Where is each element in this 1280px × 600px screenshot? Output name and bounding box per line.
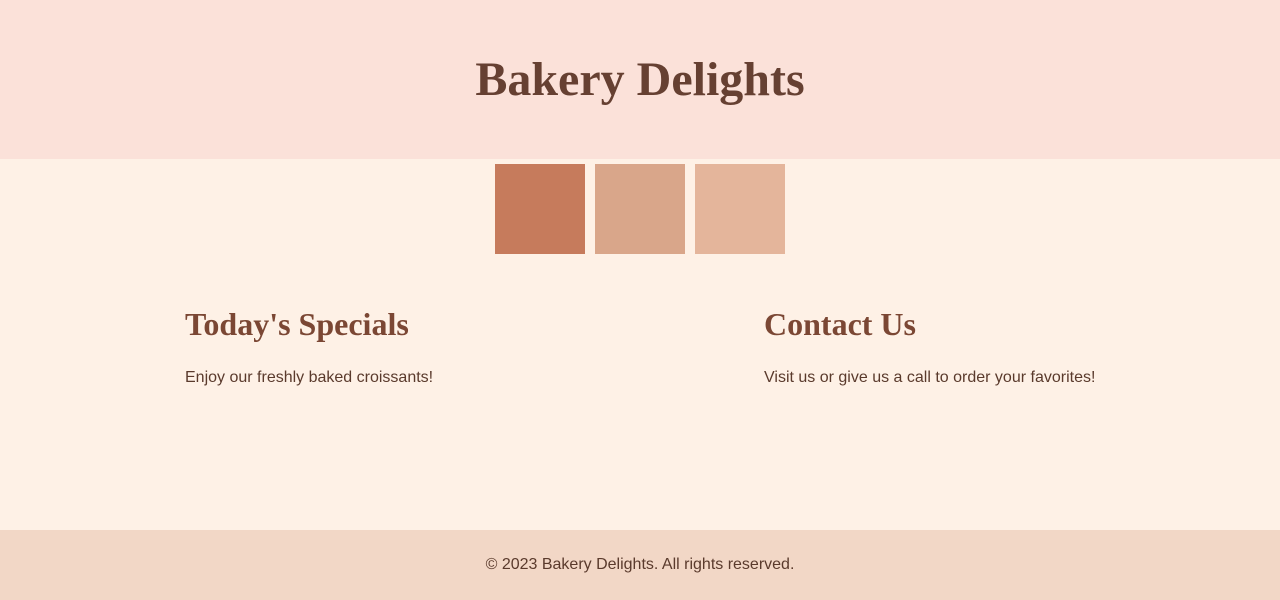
contact-text: Visit us or give us a call to order your… [764,369,1096,386]
gallery-image-3 [695,164,785,254]
specials-text: Enjoy our freshly baked croissants! [185,369,434,386]
gallery-image-1 [495,164,585,254]
site-title: Bakery Delights [475,53,805,106]
gallery-image-2 [595,164,685,254]
contact-heading: Contact Us [764,306,916,342]
site-footer: © 2023 Bakery Delights. All rights reser… [0,530,1280,600]
footer-copyright: © 2023 Bakery Delights. All rights reser… [485,556,795,573]
site-header: Bakery Delights [0,0,1280,159]
image-gallery [495,164,785,254]
specials-heading: Today's Specials [185,306,409,342]
